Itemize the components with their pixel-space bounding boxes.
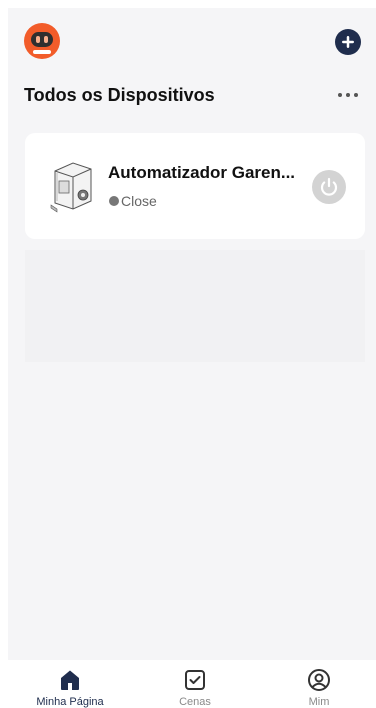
avatar-chin	[33, 50, 51, 54]
device-name: Automatizador Garen...	[108, 163, 296, 182]
gate-motor-icon	[50, 162, 92, 213]
page-title: Todos os Dispositivos	[24, 85, 215, 105]
app-screen: Todos os Dispositivos Automatizador Gare…	[0, 0, 376, 708]
device-card[interactable]: Automatizador Garen... Close	[25, 133, 365, 239]
tab-minha-pagina[interactable]: Minha Página	[20, 660, 120, 708]
tab-label: Minha Página	[36, 696, 104, 708]
user-icon	[308, 669, 330, 691]
add-device-button[interactable]	[335, 29, 361, 55]
power-icon	[320, 177, 338, 196]
more-horizontal-icon	[346, 93, 350, 97]
tab-label: Mim	[308, 696, 330, 708]
avatar-eye-left	[36, 36, 40, 43]
device-status: Close	[121, 193, 157, 209]
home-icon	[61, 670, 79, 690]
tab-label: Cenas	[179, 696, 211, 708]
more-horizontal-icon	[354, 93, 358, 97]
plus-icon	[342, 36, 354, 48]
status-dot-icon	[109, 196, 119, 206]
avatar-face	[31, 32, 53, 47]
tab-mim[interactable]: Mim	[269, 660, 369, 708]
avatar-eye-right	[44, 36, 48, 43]
checkbox-icon	[185, 670, 205, 690]
empty-area	[25, 250, 365, 362]
more-options-button[interactable]	[334, 86, 362, 104]
robot-avatar-icon[interactable]	[24, 23, 60, 59]
tab-cenas[interactable]: Cenas	[145, 660, 245, 708]
more-horizontal-icon	[338, 93, 342, 97]
bottom-tab-bar: Minha Página Cenas Mim	[0, 660, 376, 708]
power-button[interactable]	[312, 170, 346, 204]
